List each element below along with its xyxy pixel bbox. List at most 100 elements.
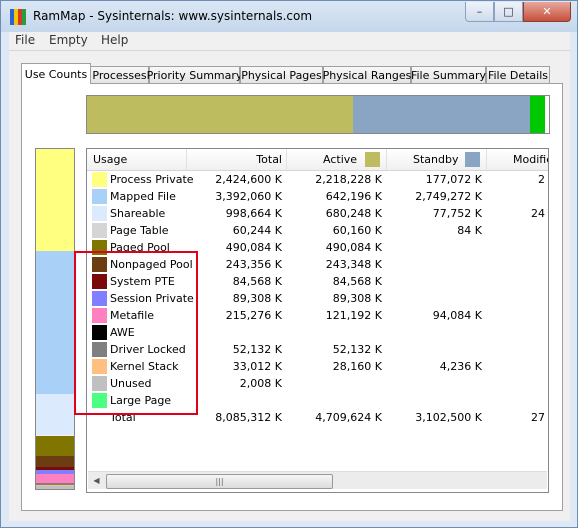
usage-label: Metafile [110, 309, 155, 322]
active-value: 243,348 K [325, 258, 382, 271]
tab-processes[interactable]: Processes [90, 66, 149, 83]
menu-empty[interactable]: Empty [49, 33, 88, 47]
usage-bar-segment [36, 149, 74, 251]
standby-value: 3,102,500 K [415, 411, 482, 424]
usage-bar-vertical [35, 148, 75, 490]
close-button[interactable]: ✕ [523, 2, 571, 22]
usage-color-swatch [92, 359, 107, 374]
active-value: 490,084 K [325, 241, 382, 254]
usage-color-swatch [92, 291, 107, 306]
scrollbar-thumb[interactable]: ||| [106, 474, 333, 489]
rammap-window: RamMap - Sysinternals: www.sysinternals.… [0, 0, 578, 528]
list-item[interactable]: Page Table 60,244 K 60,160 K 84 K [87, 222, 548, 239]
total-value: 8,085,312 K [215, 411, 282, 424]
modified-value: 27 [531, 411, 545, 424]
tab-physical-ranges[interactable]: Physical Ranges [323, 66, 411, 83]
usage-label: Process Private [110, 173, 194, 186]
list-item[interactable]: Metafile 215,276 K 121,192 K 94,084 K [87, 307, 548, 324]
list-header: Usage Total Active Standby Modifie [87, 149, 548, 171]
usage-label: Shareable [110, 207, 166, 220]
list-item[interactable]: Shareable 998,664 K 680,248 K 77,752 K 24 [87, 205, 548, 222]
tab-file-summary[interactable]: File Summary [411, 66, 486, 83]
usage-bar-segment [36, 251, 74, 394]
list-item[interactable]: Paged Pool 490,084 K 490,084 K [87, 239, 548, 256]
usage-color-swatch [92, 172, 107, 187]
usage-color-swatch [92, 308, 107, 323]
usage-color-swatch [92, 342, 107, 357]
horizontal-scrollbar[interactable]: ◀ ||| [88, 471, 547, 489]
column-header-usage[interactable]: Usage [87, 149, 187, 170]
usage-label: AWE [110, 326, 135, 339]
tab-physical-pages[interactable]: Physical Pages [240, 66, 323, 83]
total-value: 2,008 K [239, 377, 282, 390]
usage-color-swatch [92, 240, 107, 255]
usage-bar-horizontal [86, 95, 550, 134]
usage-color-swatch [92, 274, 107, 289]
active-value: 4,709,624 K [315, 411, 382, 424]
active-value: 52,132 K [332, 343, 382, 356]
list-item[interactable]: Session Private 89,308 K 89,308 K [87, 290, 548, 307]
menu-file[interactable]: File [15, 33, 35, 47]
list-item[interactable]: Nonpaged Pool 243,356 K 243,348 K [87, 256, 548, 273]
total-value: 33,012 K [232, 360, 282, 373]
standby-value: 94,084 K [432, 309, 482, 322]
maximize-button[interactable]: □ [494, 2, 523, 22]
usage-color-swatch [92, 376, 107, 391]
active-value: 60,160 K [332, 224, 382, 237]
usage-label: Session Private [110, 292, 194, 305]
list-item[interactable]: System PTE 84,568 K 84,568 K [87, 273, 548, 290]
usage-color-swatch [92, 223, 107, 238]
usage-bar-segment [36, 435, 74, 457]
modified-value: 24 [531, 207, 545, 220]
usage-bar-segment [36, 456, 74, 467]
list-item[interactable]: AWE [87, 324, 548, 341]
total-value: 215,276 K [225, 309, 282, 322]
menu-help[interactable]: Help [101, 33, 128, 47]
modified-value: 2 [538, 173, 545, 186]
tab-priority-summary[interactable]: Priority Summary [147, 66, 242, 83]
usage-label: Total [110, 411, 136, 424]
usage-color-swatch [92, 257, 107, 272]
column-header-standby[interactable]: Standby [387, 149, 487, 170]
list-item[interactable]: Unused 2,008 K [87, 375, 548, 392]
standby-color-swatch [465, 152, 480, 167]
usage-bar-segment [36, 473, 74, 483]
usage-label: Mapped File [110, 190, 176, 203]
column-header-active[interactable]: Active [287, 149, 387, 170]
column-header-total[interactable]: Total [187, 149, 287, 170]
active-value: 680,248 K [325, 207, 382, 220]
list-item[interactable]: Process Private 2,424,600 K 2,218,228 K 177… [87, 171, 548, 188]
total-value: 998,664 K [225, 207, 282, 220]
active-value: 84,568 K [332, 275, 382, 288]
standby-value: 177,072 K [425, 173, 482, 186]
column-header-modified[interactable]: Modifie [487, 149, 548, 170]
active-value: 89,308 K [332, 292, 382, 305]
use-counts-list[interactable]: Usage Total Active Standby Modifie Proce… [86, 148, 549, 493]
active-color-swatch [365, 152, 380, 167]
tab-file-details[interactable]: File Details [486, 66, 550, 83]
list-item[interactable]: Kernel Stack 33,012 K 28,160 K 4,236 K [87, 358, 548, 375]
tab-use-counts[interactable]: Use Counts [21, 63, 91, 84]
total-value: 84,568 K [232, 275, 282, 288]
usage-label: Nonpaged Pool [110, 258, 193, 271]
usage-label: Unused [110, 377, 152, 390]
list-item[interactable]: Mapped File 3,392,060 K 642,196 K 2,749,272… [87, 188, 548, 205]
rammap-app-icon [10, 9, 26, 25]
usage-bar-segment [353, 96, 530, 133]
active-value: 28,160 K [332, 360, 382, 373]
active-value: 121,192 K [325, 309, 382, 322]
title-bar[interactable]: RamMap - Sysinternals: www.sysinternals.… [1, 1, 577, 32]
usage-bar-segment [36, 486, 74, 489]
minimize-button[interactable]: – [465, 2, 494, 22]
menu-bar: File Empty Help [9, 32, 570, 51]
list-item[interactable]: Large Page [87, 392, 548, 409]
usage-label: Kernel Stack [110, 360, 179, 373]
total-value: 3,392,060 K [215, 190, 282, 203]
usage-bar-segment [36, 393, 74, 435]
usage-color-swatch [92, 393, 107, 408]
use-counts-panel: Usage Total Active Standby Modifie Proce… [21, 83, 563, 511]
list-item[interactable]: Total 8,085,312 K 4,709,624 K 3,102,500 K 27 [87, 409, 548, 426]
list-item[interactable]: Driver Locked 52,132 K 52,132 K [87, 341, 548, 358]
scroll-left-arrow-icon[interactable]: ◀ [88, 472, 105, 489]
active-value: 2,218,228 K [315, 173, 382, 186]
